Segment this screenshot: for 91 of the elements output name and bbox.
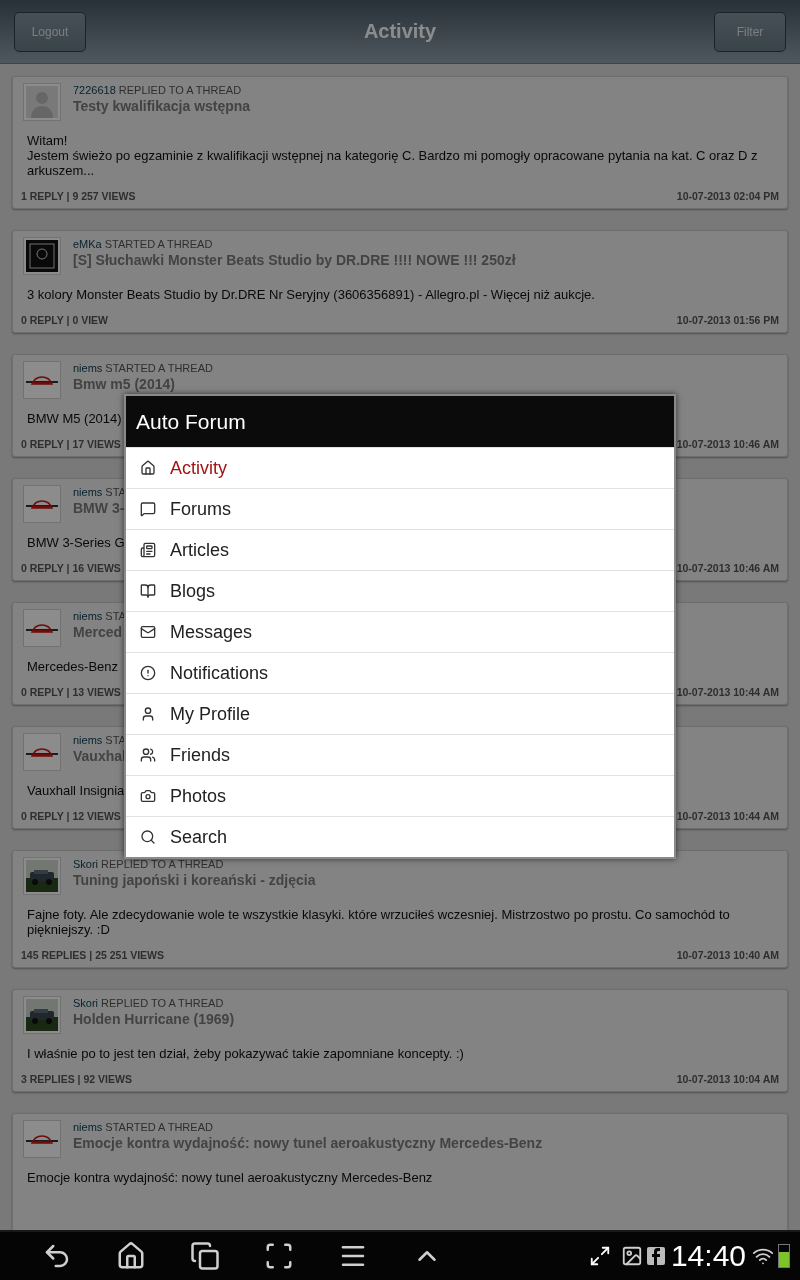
car-logo-icon: [26, 375, 58, 385]
post-date: 10-07-2013 10:46 AM: [676, 562, 779, 574]
newspaper-icon: [140, 542, 156, 558]
post-date: 10-07-2013 10:40 AM: [676, 949, 779, 961]
home-icon: [140, 460, 156, 476]
post-date: 10-07-2013 10:04 AM: [676, 1073, 779, 1085]
mail-icon: [140, 624, 156, 640]
book-icon: [140, 583, 156, 599]
users-icon: [140, 747, 156, 763]
home-icon[interactable]: [116, 1241, 146, 1271]
menu-item[interactable]: Messages: [126, 611, 674, 652]
menu-item[interactable]: Articles: [126, 529, 674, 570]
fullscreen-icon[interactable]: [588, 1245, 611, 1267]
search-icon: [140, 829, 156, 845]
post-stats: 0 REPLY | 13 VIEWS: [21, 686, 121, 698]
car-logo-icon: [26, 623, 58, 633]
thread-title[interactable]: Bmw m5 (2014): [73, 376, 175, 392]
car-logo-icon: [26, 499, 58, 509]
menu-item[interactable]: Forums: [126, 488, 674, 529]
logout-button[interactable]: Logout: [14, 11, 86, 52]
post-excerpt: Mercedes-Benz: [27, 659, 119, 674]
chat-icon: [140, 501, 156, 517]
post-card[interactable]: niems STARTED A THREAD Emocje kontra wydajność: nowy tunel aeroakustyczny Mercedes-Benz Emocje kontra wydajność: nowy tunel aeroakustyczny Mercedes-Benz: [12, 1113, 788, 1230]
post-action: STARTED A THREAD: [105, 1121, 213, 1133]
post-stats: 0 REPLY | 0 VIEW: [21, 314, 108, 326]
battery-icon: [778, 1244, 790, 1268]
author-name[interactable]: eMKa: [73, 238, 102, 250]
thread-title[interactable]: BMW 3-: [73, 500, 125, 516]
menu-item[interactable]: Blogs: [126, 570, 674, 611]
post-action: REPLIED TO A THREAD: [118, 84, 242, 96]
author-name[interactable]: niems: [73, 734, 103, 746]
post-excerpt: BMW M5 (2014): [27, 411, 122, 426]
post-date: 10-07-2013 10:46 AM: [676, 438, 779, 450]
author-name[interactable]: niems: [73, 1121, 103, 1133]
recent-apps-icon[interactable]: [190, 1241, 220, 1271]
dialog-title: Auto Forum: [126, 396, 674, 447]
author-name[interactable]: niems: [73, 362, 103, 374]
post-stats: 0 REPLY | 12 VIEWS: [21, 810, 121, 822]
post-action: REPLIED TO A THREAD: [101, 997, 224, 1009]
post-excerpt: Emocje kontra wydajność: nowy tunel aeroakustyczny Mercedes-Benz: [27, 1170, 433, 1185]
post-date: 10-07-2013 10:44 AM: [676, 686, 779, 698]
thread-title[interactable]: [S] Słuchawki Monster Beats Studio by DR.DRE !!!! NOWE !!! 250zł: [73, 252, 516, 268]
car-logo-icon: [26, 747, 58, 757]
clock: 14:40: [670, 1239, 746, 1273]
post-excerpt: I właśnie po to jest ten dział, żeby pokazywać takie zapomniane koncepty. :): [27, 1046, 464, 1061]
screenshot-icon[interactable]: [264, 1241, 294, 1271]
menu-item[interactable]: Search: [126, 816, 674, 857]
menu-item[interactable]: My Profile: [126, 693, 674, 734]
post-action: STARTED A THREAD: [104, 238, 213, 250]
author-name[interactable]: Skori: [73, 858, 99, 870]
thread-title[interactable]: Tuning japoński i koreański - zdjęcia: [73, 872, 316, 888]
post-action: STARTED A THREAD: [105, 362, 213, 374]
post-stats: 0 REPLY | 17 VIEWS: [21, 438, 121, 450]
post-action: REPLIED TO A THREAD: [101, 858, 224, 870]
author-name[interactable]: niems: [73, 610, 103, 622]
menu-item[interactable]: Notifications: [126, 652, 674, 693]
menu-item[interactable]: Friends: [126, 734, 674, 775]
post-excerpt: 3 kolory Monster Beats Studio by Dr.DRE Nr Seryjny (3606356891) - Allegro.pl - Więcej niż aukcje.: [27, 287, 595, 302]
thread-title[interactable]: Vauxhal: [73, 748, 126, 764]
social-icon: [646, 1247, 665, 1265]
post-stats: 0 REPLY | 16 VIEWS: [21, 562, 121, 574]
post-stats: 3 REPLIES | 92 VIEWS: [21, 1073, 132, 1085]
post-excerpt: Witam! Jestem świeżo po egzaminie z kwalifikacji wstępnej na kategorię C. Bardzo mi pomogły opracowane pytania na kat. C oraz D z arkuszem...: [27, 133, 759, 178]
menu-item[interactable]: Photos: [126, 775, 674, 816]
post-stats: 1 REPLY | 9 257 VIEWS: [21, 190, 136, 202]
logo-icon: [26, 240, 58, 272]
author-name[interactable]: niems: [73, 486, 103, 498]
camera-icon: [140, 788, 156, 804]
post-card[interactable]: Skori REPLIED TO A THREAD Holden Hurricane (1969) I właśnie po to jest ten dział, żeby pokazywać takie zapomniane koncepty. :) 3 REPLIES | 92 VIEWS 10-07-2013 10:04 AM: [12, 989, 788, 1092]
post-excerpt: BMW 3-Series G: [27, 535, 125, 550]
thread-title[interactable]: Testy kwalifikacja wstępna: [73, 98, 251, 114]
filter-button[interactable]: Filter: [714, 11, 786, 52]
post-date: 10-07-2013 10:44 AM: [676, 810, 779, 822]
menu-item[interactable]: Activity: [126, 447, 674, 488]
post-date: 10-07-2013 02:04 PM: [676, 190, 779, 202]
post-excerpt: Vauxhall Insignia: [27, 783, 125, 798]
user-icon: [140, 706, 156, 722]
post-stats: 145 REPLIES | 25 251 VIEWS: [21, 949, 164, 961]
post-date: 10-07-2013 01:56 PM: [676, 314, 779, 326]
post-card[interactable]: [12, 850, 788, 968]
thread-title[interactable]: Holden Hurricane (1969): [73, 1011, 235, 1027]
author-name[interactable]: 7226618: [73, 84, 116, 96]
alert-icon: [140, 665, 156, 681]
page-title: Activity: [363, 20, 437, 43]
post-excerpt: Fajne foty. Ale zdecydowanie wole te wszystkie klasyki. które wrzuciłeś wczesniej. Mistrzostwo po prostu. Co samochód to piękniejszy. :D: [27, 907, 731, 937]
avatar-icon: [26, 86, 58, 118]
thread-title[interactable]: Emocje kontra wydajność: nowy tunel aeroakustyczny Mercedes-Benz: [73, 1135, 543, 1151]
car-logo-icon: [26, 1134, 58, 1144]
author-name[interactable]: Skori: [73, 997, 99, 1009]
thread-title[interactable]: Merced: [73, 624, 123, 640]
gallery-icon: [620, 1245, 643, 1267]
